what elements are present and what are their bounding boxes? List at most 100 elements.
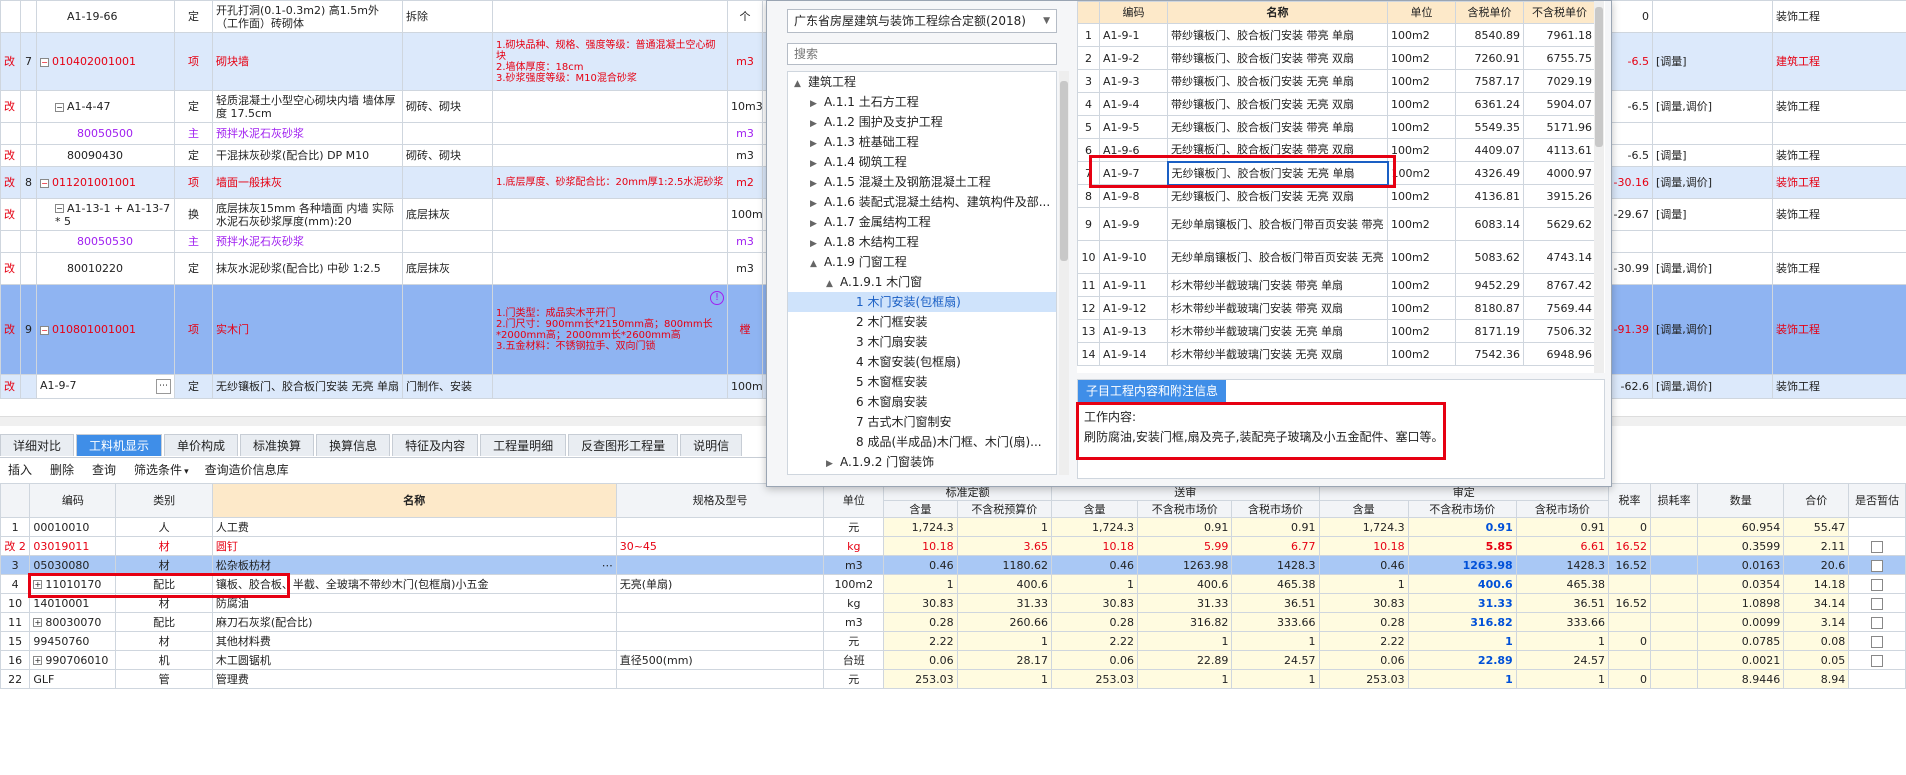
tree-node[interactable]: 2 木门框安装 — [788, 312, 1056, 332]
list-col-header[interactable]: 单位 — [1387, 1, 1456, 24]
cell-p4[interactable]: 22.89 — [1407, 650, 1517, 670]
tree-node[interactable]: 4 木窗安装(包框扇) — [788, 352, 1056, 372]
tree-node[interactable]: ▶ A.1.8 木结构工程 — [788, 232, 1056, 252]
list-scrollbar[interactable] — [1594, 1, 1604, 373]
tab-4[interactable]: 换算信息 — [316, 434, 391, 456]
estimate-checkbox[interactable] — [1871, 616, 1884, 629]
quota-row[interactable]: 3 A1-9-3 带纱镶板门、胶合板门安装 无亮 单扇 100m2 7587.17 702… — [1077, 69, 1596, 93]
collapse-icon[interactable]: − — [40, 178, 49, 188]
cell-code[interactable]: GLF — [29, 669, 117, 689]
cell-code[interactable]: 05030080 — [29, 555, 117, 575]
toolbar-button-1[interactable]: 删除 — [50, 463, 74, 477]
cell-name[interactable]: 镶板、胶合板、半截、全玻璃不带纱木门(包框扇)小五金 — [211, 574, 617, 594]
top-cell-code[interactable]: 80050500 — [36, 122, 175, 145]
quota-row[interactable]: 11 A1-9-11 杉木带纱半截玻璃门安装 带亮 单扇 100m2 9452.29 87… — [1077, 273, 1596, 297]
expand-arrow-icon[interactable]: ▶ — [826, 454, 840, 474]
tree-node[interactable]: 3 木门扇安装 — [788, 332, 1056, 352]
cell-p4[interactable]: 400.6 — [1407, 574, 1517, 594]
tab-8[interactable]: 说明信 — [680, 434, 743, 456]
top-cell-name[interactable]: 开孔打洞(0.1-0.3m2) 高1.5m外（工作面）砖砌体 — [212, 0, 403, 33]
cell-p4[interactable]: 31.33 — [1407, 593, 1517, 613]
top-cell-code[interactable]: A1-19-66 — [36, 0, 175, 33]
top-cell-name[interactable]: 抹灰水泥砂浆(配合比) 中砂 1:2.5 — [212, 252, 403, 285]
collapse-arrow-icon[interactable]: ▲ — [826, 274, 840, 294]
tab-6[interactable]: 工程量明细 — [480, 434, 567, 456]
top-cell-name[interactable]: 底层抹灰15mm 各种墙面 内墙 实际水泥石灰砂浆厚度(mm):20 — [212, 198, 403, 231]
quota-library-select[interactable]: 广东省房屋建筑与装饰工程综合定额(2018) ▼ — [787, 9, 1057, 33]
material-row[interactable]: 15 99450760 材 其他材料费 元 2.22 1 2.22 1 1 2.22 1 1 0 0.078… — [0, 631, 1906, 651]
quota-row[interactable]: 2 A1-9-2 带纱镶板门、胶合板门安装 带亮 双扇 100m2 7260.91 675… — [1077, 46, 1596, 70]
top-cell-code[interactable]: A1-9-7 ⋯ — [36, 374, 175, 399]
tree-search-input[interactable] — [787, 43, 1057, 65]
quota-row[interactable]: 1 A1-9-1 带纱镶板门、胶合板门安装 带亮 单扇 100m2 8540.89 796… — [1077, 23, 1596, 47]
expand-arrow-icon[interactable]: ▶ — [810, 94, 824, 114]
cell-name[interactable]: 木工圆锯机 — [211, 650, 617, 670]
top-cell-code[interactable]: −010801001001 — [36, 284, 175, 375]
expand-arrow-icon[interactable]: ▶ — [810, 114, 824, 134]
cell-name[interactable]: 人工费 — [211, 517, 617, 537]
expand-arrow-icon[interactable]: ▶ — [810, 154, 824, 174]
material-row[interactable]: 10 14010001 材 防腐油 kg 30.83 31.33 30.83 31.33 36.5… — [0, 593, 1906, 613]
toolbar-button-0[interactable]: 插入 — [8, 463, 32, 477]
quota-row[interactable]: 9 A1-9-9 无纱单扇镶板门、胶合板门带百页安装 带亮 100m2 6083.14 5… — [1077, 207, 1596, 241]
cell-name[interactable]: 其他材料费 — [211, 631, 617, 651]
estimate-checkbox[interactable] — [1871, 540, 1884, 553]
expand-arrow-icon[interactable]: ▶ — [810, 174, 824, 194]
material-row[interactable]: 改 2 03019011 材 圆钉 30~45 kg 10.18 3.65 10.18 5.99 6… — [0, 536, 1906, 556]
tree-node[interactable]: ▲ A.1.9 门窗工程 — [788, 252, 1056, 272]
list-col-header[interactable]: 含税单价 — [1455, 1, 1524, 24]
expand-arrow-icon[interactable]: ▶ — [810, 214, 824, 234]
cell-name[interactable]: 麻刀石灰浆(配合比) — [211, 612, 617, 632]
tree-node[interactable]: ▲ 建筑工程 — [788, 72, 1056, 92]
cell-code[interactable]: 00010010 — [29, 517, 117, 537]
top-cell-name[interactable]: 实木门 — [212, 284, 403, 375]
tree-node[interactable]: 1 木门安装(包框扇) — [788, 292, 1056, 312]
top-cell-code[interactable]: 80010220 — [36, 252, 175, 285]
cell-p4[interactable]: 316.82 — [1407, 612, 1517, 632]
collapse-icon[interactable]: − — [55, 204, 64, 213]
tree-node[interactable]: ▶ A.1.5 混凝土及钢筋混凝土工程 — [788, 172, 1056, 192]
cell-p4[interactable]: 1263.98 — [1407, 555, 1517, 575]
tree-node[interactable]: 8 成品(半成品)木门框、木门(扇)... — [788, 432, 1056, 452]
collapse-arrow-icon[interactable]: ▲ — [810, 254, 824, 274]
estimate-checkbox[interactable] — [1871, 559, 1884, 572]
tree-node[interactable]: 7 古式木门窗制安 — [788, 412, 1056, 432]
top-cell-code[interactable]: 80050530 — [36, 230, 175, 253]
top-cell-code[interactable]: − A1-4-47 — [36, 90, 175, 123]
cell-name[interactable]: 松杂板枋材 ⋯ — [211, 555, 617, 575]
material-row[interactable]: 4 +11010170 配比 镶板、胶合板、半截、全玻璃不带纱木门(包框扇)小五金 无亮… — [0, 574, 1906, 594]
toolbar-button-2[interactable]: 查询 — [92, 463, 116, 477]
top-cell-name[interactable]: 预拌水泥石灰砂浆 — [212, 122, 403, 145]
collapse-arrow-icon[interactable]: ▲ — [794, 74, 808, 94]
tree-node[interactable]: ▶ A.1.4 砌筑工程 — [788, 152, 1056, 172]
tree-node[interactable]: ▶ A.1.2 围护及支护工程 — [788, 112, 1056, 132]
tree-node[interactable]: ▶ A.1.3 桩基础工程 — [788, 132, 1056, 152]
tab-5[interactable]: 特征及内容 — [392, 434, 479, 456]
cell-name[interactable]: 圆钉 — [211, 536, 617, 556]
tab-3[interactable]: 标准换算 — [240, 434, 315, 456]
cell-name[interactable]: 管理费 — [211, 669, 617, 689]
tree-node[interactable]: 6 木窗扇安装 — [788, 392, 1056, 412]
top-cell-code[interactable]: −010402001001 — [36, 32, 175, 91]
ellipsis-icon[interactable]: ⋯ — [602, 559, 613, 572]
cell-code[interactable]: +80030070 — [29, 612, 117, 632]
tab-1[interactable]: 工料机显示 — [76, 434, 163, 456]
top-cell-name[interactable]: 轻质混凝土小型空心砌块内墙 墙体厚度 17.5cm — [212, 90, 403, 123]
expand-icon[interactable]: + — [33, 656, 43, 665]
top-cell-code[interactable]: − A1-13-1 + A1-13-7 * 5 — [36, 198, 175, 231]
expand-arrow-icon[interactable]: ▶ — [810, 194, 824, 214]
quota-row[interactable]: 8 A1-9-8 无纱镶板门、胶合板门安装 无亮 双扇 100m2 4136.81 391… — [1077, 184, 1596, 208]
cell-p4[interactable]: 5.85 — [1407, 536, 1517, 556]
list-col-header[interactable]: 编码 — [1099, 1, 1168, 24]
tab-7[interactable]: 反查图形工程量 — [568, 434, 679, 456]
estimate-checkbox[interactable] — [1871, 654, 1884, 667]
expand-arrow-icon[interactable]: ▶ — [810, 134, 824, 154]
cell-name[interactable]: 防腐油 — [211, 593, 617, 613]
cell-p4[interactable]: 0.91 — [1407, 517, 1517, 537]
material-row[interactable]: 3 05030080 材 松杂板枋材 ⋯ m3 0.46 1180.62 0.46 1263.98… — [0, 555, 1906, 575]
cell-p4[interactable]: 1 — [1407, 631, 1517, 651]
top-cell-name[interactable]: 预拌水泥石灰砂浆 — [212, 230, 403, 253]
cell-code[interactable]: 99450760 — [29, 631, 117, 651]
tab-info[interactable]: 子目工程内容和附注信息 — [1078, 380, 1227, 402]
list-col-header[interactable]: 名称 — [1167, 1, 1388, 24]
